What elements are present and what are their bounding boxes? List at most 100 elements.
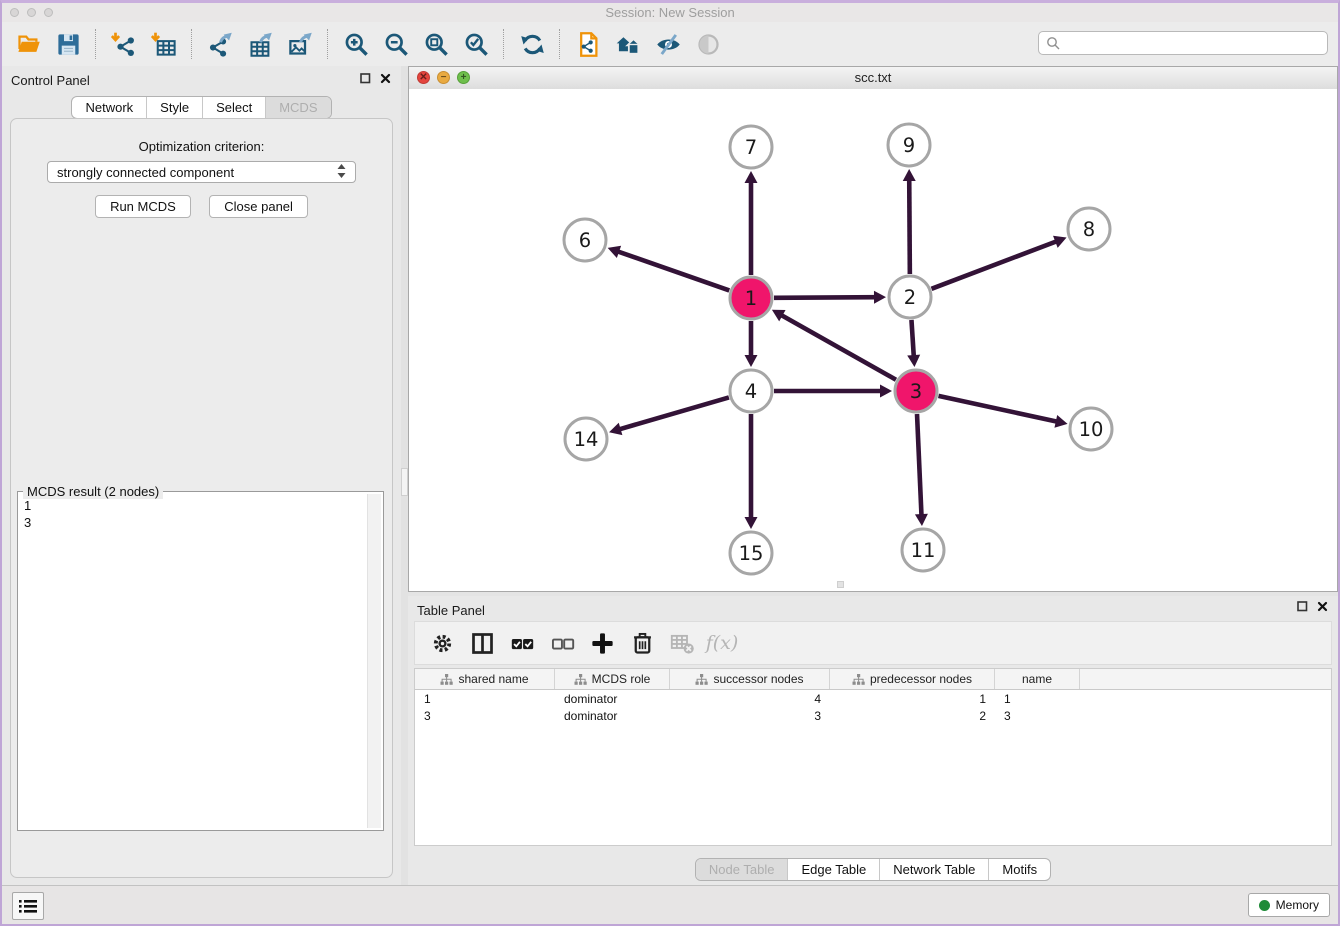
node-label-4: 4 xyxy=(745,380,757,403)
criterion-dropdown[interactable]: strongly connected component xyxy=(47,161,356,183)
tab-node-table[interactable]: Node Table xyxy=(696,859,788,880)
table-cell[interactable]: 4 xyxy=(670,692,830,706)
table-cell[interactable]: 1 xyxy=(415,692,555,706)
zoom-selected-icon[interactable] xyxy=(456,26,496,62)
node-label-6: 6 xyxy=(579,229,591,252)
status-bar: Memory xyxy=(2,885,1338,924)
network-maximize-icon[interactable]: + xyxy=(457,71,470,84)
save-session-icon[interactable] xyxy=(48,26,88,62)
column-type-icon xyxy=(574,673,587,686)
toolbar-separator xyxy=(559,29,561,59)
edge-arrowhead xyxy=(1054,415,1067,428)
splitter-handle[interactable] xyxy=(401,468,408,496)
node-label-8: 8 xyxy=(1083,218,1095,241)
network-close-icon[interactable]: ✕ xyxy=(417,71,430,84)
tab-style[interactable]: Style xyxy=(146,97,202,118)
search-input[interactable] xyxy=(1066,35,1320,52)
edge-3-11[interactable] xyxy=(917,414,922,517)
edge-1-6[interactable] xyxy=(616,251,729,291)
first-neighbors-icon[interactable] xyxy=(608,26,648,62)
result-scrollbar[interactable] xyxy=(367,494,381,828)
network-canvas[interactable]: 1234678910111415 xyxy=(409,89,1337,591)
edge-2-8[interactable] xyxy=(932,241,1059,289)
open-session-icon[interactable] xyxy=(8,26,48,62)
delete-column-icon[interactable] xyxy=(625,627,659,659)
node-table: shared name MCDS role successor nodesprede… xyxy=(414,668,1332,846)
tab-edge-table[interactable]: Edge Table xyxy=(787,859,879,880)
clear-all-checkboxes-icon[interactable] xyxy=(545,627,579,659)
float-panel-icon[interactable] xyxy=(360,73,371,84)
table-row[interactable]: 1dominator411 xyxy=(415,690,1331,707)
close-table-panel-icon[interactable] xyxy=(1317,601,1328,612)
show-hide-graphics-icon[interactable] xyxy=(648,26,688,62)
tab-mcds[interactable]: MCDS xyxy=(265,97,330,118)
optimization-criterion-label: Optimization criterion: xyxy=(11,139,392,154)
column-header-successor-nodes[interactable]: successor nodes xyxy=(670,669,830,689)
float-table-panel-icon[interactable] xyxy=(1297,601,1308,612)
table-cell[interactable]: 2 xyxy=(830,709,995,723)
column-settings-icon[interactable] xyxy=(425,627,459,659)
table-header-row: shared name MCDS role successor nodesprede… xyxy=(415,669,1331,690)
edge-2-9[interactable] xyxy=(909,178,910,274)
network-minimize-icon[interactable]: − xyxy=(437,71,450,84)
tab-motifs[interactable]: Motifs xyxy=(988,859,1050,880)
column-header-shared-name[interactable]: shared name xyxy=(415,669,555,689)
table-toolbar: f(x) xyxy=(414,621,1332,665)
table-cell[interactable]: dominator xyxy=(555,692,670,706)
canvas-handle[interactable] xyxy=(837,581,844,588)
network-window: ✕ − + scc.txt 1234678910111415 xyxy=(408,66,1338,592)
delete-table-icon xyxy=(665,627,699,659)
tab-select[interactable]: Select xyxy=(202,97,265,118)
toolbar-separator xyxy=(95,29,97,59)
tab-network-table[interactable]: Network Table xyxy=(879,859,988,880)
edge-arrowhead xyxy=(745,355,758,367)
table-cell[interactable]: 3 xyxy=(995,709,1080,723)
table-cell[interactable]: 1 xyxy=(830,692,995,706)
column-header-label: MCDS role xyxy=(592,672,651,686)
export-table-icon[interactable] xyxy=(240,26,280,62)
edge-4-14[interactable] xyxy=(618,397,729,429)
table-cell[interactable]: 3 xyxy=(415,709,555,723)
table-row[interactable]: 3dominator323 xyxy=(415,707,1331,724)
close-panel-icon[interactable] xyxy=(380,73,391,84)
table-cell[interactable]: 1 xyxy=(995,692,1080,706)
column-header-name[interactable]: name xyxy=(995,669,1080,689)
column-header-MCDS-role[interactable]: MCDS role xyxy=(555,669,670,689)
close-panel-button[interactable]: Close panel xyxy=(209,195,308,218)
clone-network-icon[interactable] xyxy=(568,26,608,62)
edge-3-10[interactable] xyxy=(938,396,1058,422)
edge-1-2[interactable] xyxy=(774,297,877,298)
memory-button[interactable]: Memory xyxy=(1248,893,1330,917)
table-cell[interactable]: dominator xyxy=(555,709,670,723)
zoom-out-icon[interactable] xyxy=(376,26,416,62)
edge-3-1[interactable] xyxy=(780,314,896,380)
export-network-icon[interactable] xyxy=(200,26,240,62)
show-columns-icon[interactable] xyxy=(465,627,499,659)
network-window-title: scc.txt xyxy=(409,67,1337,88)
network-window-titlebar[interactable]: ✕ − + scc.txt xyxy=(409,67,1337,90)
node-label-1: 1 xyxy=(745,287,757,310)
column-header-label: shared name xyxy=(458,672,528,686)
node-label-11: 11 xyxy=(911,539,936,562)
import-network-icon[interactable] xyxy=(104,26,144,62)
mcds-result-list[interactable]: 13 xyxy=(20,495,367,828)
run-mcds-button[interactable]: Run MCDS xyxy=(95,195,191,218)
search-box[interactable] xyxy=(1038,31,1328,55)
column-header-predecessor-nodes[interactable]: predecessor nodes xyxy=(830,669,995,689)
edge-2-3[interactable] xyxy=(911,320,913,358)
select-all-checkboxes-icon[interactable] xyxy=(505,627,539,659)
table-cell[interactable]: 3 xyxy=(670,709,830,723)
edge-arrowhead xyxy=(609,423,622,435)
zoom-fit-icon[interactable] xyxy=(416,26,456,62)
column-type-icon xyxy=(695,673,708,686)
refresh-network-icon[interactable] xyxy=(512,26,552,62)
table-panel: Table Panel f(x) shared nameMCDS rolesuc… xyxy=(408,596,1338,886)
export-image-icon[interactable] xyxy=(280,26,320,62)
column-type-icon xyxy=(440,673,453,686)
add-column-icon[interactable] xyxy=(585,627,619,659)
import-table-icon[interactable] xyxy=(144,26,184,62)
tab-network[interactable]: Network xyxy=(72,97,146,118)
workspace: Control Panel NetworkStyleSelectMCDS Opt… xyxy=(2,66,1338,886)
task-history-button[interactable] xyxy=(12,892,44,920)
zoom-in-icon[interactable] xyxy=(336,26,376,62)
